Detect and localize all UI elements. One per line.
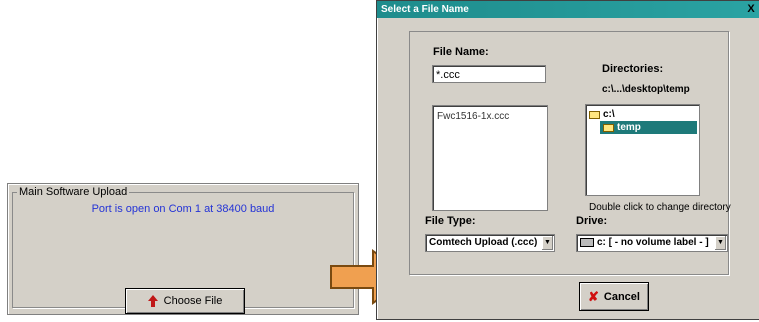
directory-list[interactable]: c:\ temp — [585, 104, 700, 196]
open-folder-icon — [603, 123, 614, 132]
list-item[interactable]: Fwc1516-1x.ccc — [437, 111, 509, 122]
group-title: Main Software Upload — [17, 186, 130, 198]
directory-name: temp — [617, 122, 641, 133]
cancel-x-icon: ✘ — [588, 288, 599, 304]
main-software-upload-group: Main Software Upload Port is open on Com… — [12, 186, 354, 314]
choose-file-button[interactable]: Choose File — [125, 288, 245, 314]
file-type-label: File Type: — [425, 215, 476, 227]
directory-name: c:\ — [603, 109, 615, 120]
directory-item-root[interactable]: c:\ — [589, 108, 615, 121]
upload-arrow-icon — [147, 295, 158, 307]
dialog-title: Select a File Name — [381, 4, 469, 15]
file-list[interactable]: Fwc1516-1x.ccc — [432, 105, 548, 211]
cancel-label: Cancel — [603, 290, 640, 303]
choose-file-label: Choose File — [163, 295, 223, 307]
software-upload-panel: Main Software Upload Port is open on Com… — [7, 183, 359, 315]
file-name-input[interactable]: *.ccc — [432, 65, 546, 83]
file-type-select[interactable]: Comtech Upload (.ccc) ▼ — [425, 234, 555, 252]
chevron-down-icon[interactable]: ▼ — [542, 236, 553, 250]
dialog-titlebar: Select a File Name X — [377, 1, 759, 18]
port-status-text: Port is open on Com 1 at 38400 baud — [91, 203, 275, 215]
chevron-down-icon[interactable]: ▼ — [715, 236, 726, 250]
directory-item-temp[interactable]: temp — [600, 121, 697, 134]
open-folder-icon — [589, 110, 600, 119]
cancel-button[interactable]: ✘ Cancel — [579, 282, 649, 311]
directories-label: Directories: — [602, 63, 664, 75]
file-name-label: File Name: — [433, 46, 489, 58]
close-icon[interactable]: X — [744, 2, 758, 16]
change-directory-hint: Double click to change directory — [589, 202, 731, 213]
drive-select[interactable]: c: [ - no volume label - ] ▼ — [576, 234, 728, 252]
drive-icon — [580, 237, 594, 247]
file-type-value: Comtech Upload (.ccc) — [429, 237, 538, 248]
drive-label: Drive: — [576, 215, 608, 227]
directory-path: c:\...\desktop\temp — [602, 84, 690, 95]
select-file-dialog: Select a File Name X File Name: *.ccc Fw… — [376, 0, 759, 320]
drive-value: c: [ - no volume label - ] — [597, 237, 709, 248]
